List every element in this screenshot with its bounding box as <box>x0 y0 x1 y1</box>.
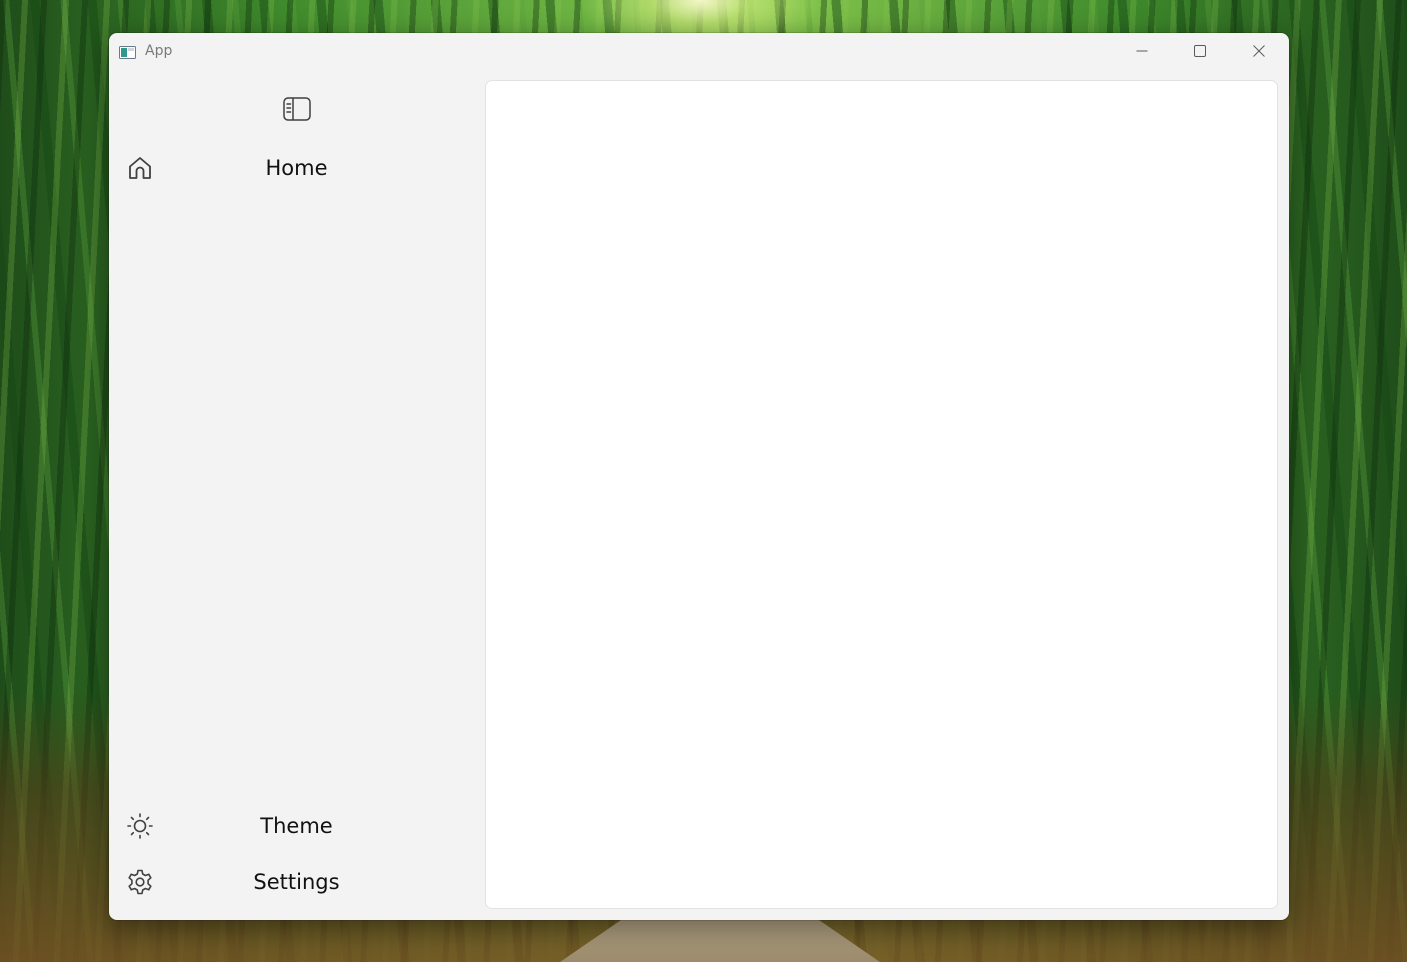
close-icon <box>1253 42 1265 61</box>
sidebar-item-home[interactable]: Home <box>109 145 484 189</box>
app-window-icon <box>119 44 136 59</box>
sidebar-item-theme[interactable]: Theme <box>109 803 484 847</box>
gear-icon <box>125 867 155 897</box>
window-title: App <box>145 43 173 59</box>
close-button[interactable] <box>1230 33 1288 69</box>
sidebar-item-settings[interactable]: Settings <box>109 859 484 903</box>
sidebar-item-label: Theme <box>260 814 333 838</box>
sidebar-toggle-button[interactable] <box>277 95 317 127</box>
wallpaper-path <box>560 918 880 962</box>
maximize-button[interactable] <box>1171 33 1229 69</box>
title-bar[interactable]: App <box>109 33 1289 69</box>
home-icon <box>125 153 155 183</box>
app-window: App Home Theme Settings <box>109 33 1289 920</box>
sidebar-toggle-icon <box>283 97 311 125</box>
desktop-wallpaper: App Home Theme Settings <box>0 0 1407 962</box>
sidebar-item-label: Settings <box>253 870 340 894</box>
sun-icon <box>125 811 155 841</box>
content-frame <box>485 80 1278 909</box>
minimize-button[interactable] <box>1113 33 1171 69</box>
sidebar-item-label: Home <box>265 156 328 180</box>
maximize-icon <box>1194 42 1206 61</box>
minimize-icon <box>1136 42 1148 61</box>
